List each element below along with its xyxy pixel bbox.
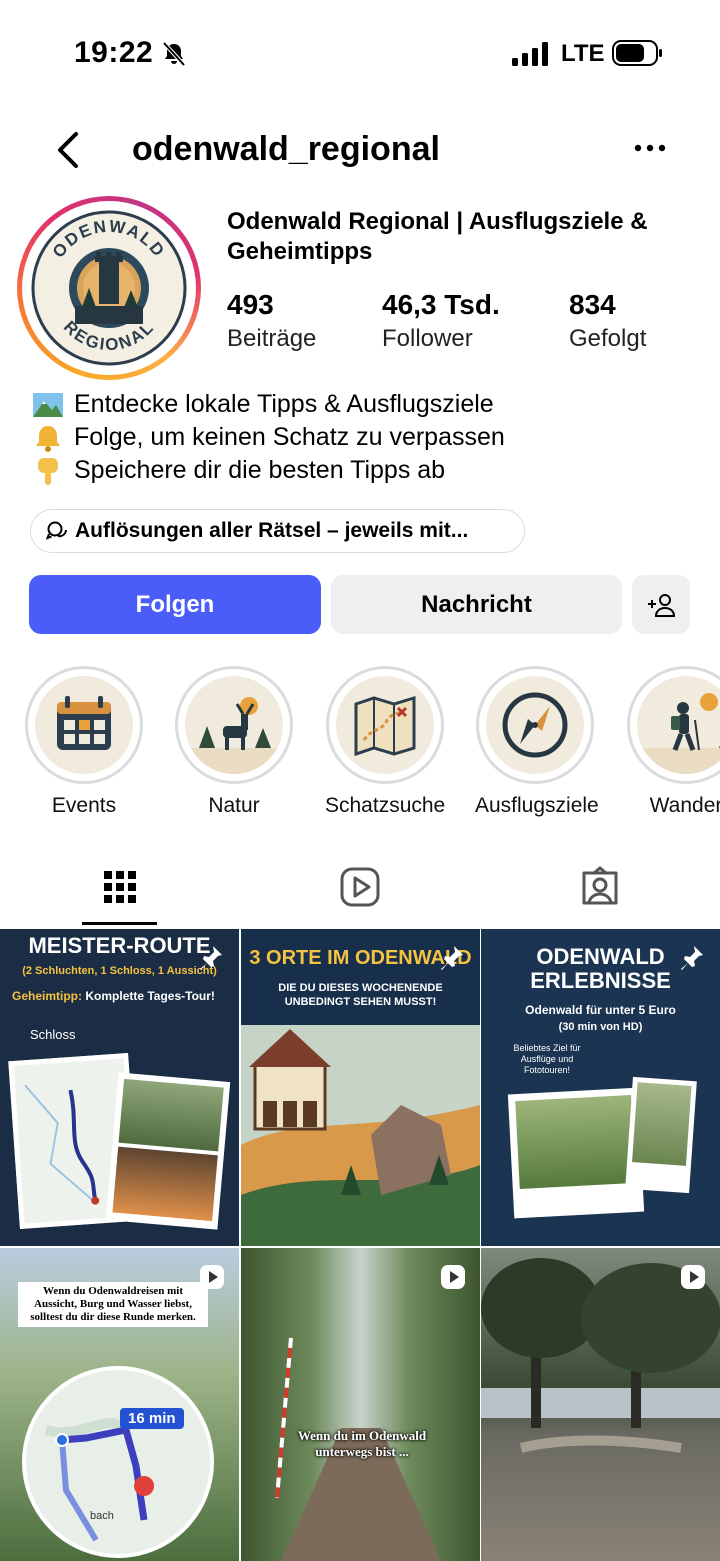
post-tip-text: Komplette Tages-Tour! xyxy=(85,989,215,1003)
bio-text: Folge, um keinen Schatz zu verpassen xyxy=(74,423,505,451)
reel-icon xyxy=(441,1265,465,1289)
landscape-emoji xyxy=(33,392,63,417)
illustration xyxy=(241,1025,480,1246)
stat-value: 493 xyxy=(227,289,274,320)
bell-muted-icon xyxy=(162,41,186,67)
post-tile[interactable]: Wenn du Odenwaldreisen mit Aussicht, Bur… xyxy=(0,1248,239,1561)
hiker-icon xyxy=(637,693,720,774)
route-time-badge: 16 min xyxy=(120,1408,184,1429)
more-horizontal-icon[interactable] xyxy=(632,136,668,160)
park-photo xyxy=(481,1258,720,1453)
post-tile[interactable] xyxy=(481,1248,720,1561)
bio-text: Speichere dir die besten Tipps ab xyxy=(74,456,446,484)
add-person-icon xyxy=(648,593,676,617)
reel-icon xyxy=(200,1265,224,1289)
grid-icon[interactable] xyxy=(98,865,142,909)
route-map xyxy=(22,1366,214,1558)
display-name: Odenwald Regional | Ausflugsziele & Gehe… xyxy=(227,208,648,265)
avatar[interactable]: ODENWALD REGIONAL xyxy=(17,196,201,380)
compass-icon xyxy=(502,692,568,758)
playground-photo xyxy=(507,1087,645,1219)
stat-followers[interactable]: 46,3 Tsd. Follower xyxy=(382,289,500,353)
reels-icon[interactable] xyxy=(338,865,382,909)
treasure-map-icon xyxy=(354,695,416,757)
pointing-down-emoji xyxy=(38,457,58,485)
highlight-label: Schatzsuche xyxy=(325,794,446,817)
highlight-ausflugsziele[interactable]: Ausflugsziele xyxy=(475,666,599,818)
highlight-label: Natur xyxy=(208,794,260,817)
stat-label: Follower xyxy=(382,325,473,352)
deer-icon xyxy=(185,697,283,774)
post-note: Schloss xyxy=(30,1027,76,1042)
calendar-icon xyxy=(57,696,111,750)
highlight-schatzsuche[interactable]: Schatzsuche xyxy=(325,666,445,818)
highlight-events[interactable]: Events xyxy=(24,666,144,818)
post-tile[interactable]: MEISTER-ROUTE (2 Schluchten, 1 Schloss, … xyxy=(0,929,239,1246)
castle-photo xyxy=(105,1072,231,1230)
follow-button[interactable]: Folgen xyxy=(29,575,321,634)
odenwald-logo: ODENWALD REGIONAL xyxy=(31,210,187,366)
post-tile[interactable]: ODENWALD ERLEBNISSE Odenwald für unter 5… xyxy=(481,929,720,1246)
post-tile[interactable]: Wenn du im Odenwald unterwegs bist ... xyxy=(241,1248,480,1561)
chevron-left-icon[interactable] xyxy=(52,128,86,172)
pin-icon xyxy=(441,946,463,970)
map-place: bach xyxy=(90,1510,114,1522)
profile-header: odenwald_regional xyxy=(0,120,720,180)
highlight-wander[interactable]: Wander xyxy=(626,666,720,818)
profile-tabs xyxy=(0,855,720,927)
clock: 19:22 xyxy=(74,36,154,69)
threads-link-text: Auflösungen aller Rätsel – jeweils mit..… xyxy=(75,519,469,542)
stat-following[interactable]: 834 Gefolgt xyxy=(569,289,646,353)
post-title: ODENWALD ERLEBNISSE xyxy=(530,944,671,993)
pin-icon xyxy=(200,946,222,970)
highlight-label: Ausflugsziele xyxy=(475,794,599,817)
username-title: odenwald_regional xyxy=(132,130,440,168)
signal-icon xyxy=(512,42,548,66)
stat-label: Beiträge xyxy=(227,325,317,352)
post-subtitle: Odenwald für unter 5 Euro xyxy=(525,1003,676,1017)
post-side-note: Beliebtes Ziel für Ausflüge und Fototour… xyxy=(513,1043,581,1075)
chat-bubbles-icon xyxy=(45,521,67,540)
bio-line: Speichere dir die besten Tipps ab xyxy=(30,454,710,487)
pin-icon xyxy=(681,946,703,970)
post-note: (30 min von HD) xyxy=(558,1021,643,1033)
bell-emoji xyxy=(36,425,60,452)
network-type: LTE xyxy=(561,40,605,67)
highlight-natur[interactable]: Natur xyxy=(174,666,294,818)
posts-grid: MEISTER-ROUTE (2 Schluchten, 1 Schloss, … xyxy=(0,929,720,1561)
trail-photo xyxy=(625,1076,697,1194)
highlight-label: Events xyxy=(51,794,117,817)
bio-line: Entdecke lokale Tipps & Ausflugsziele xyxy=(30,388,710,421)
post-tip-label: Geheimtipp: xyxy=(12,989,83,1003)
post-tile[interactable]: 3 ORTE IM ODENWALD DIE DU DIESES WOCHENE… xyxy=(241,929,480,1246)
story-highlights: Events Natur Schatzsuche Ausflugsziele W… xyxy=(0,666,720,826)
suggest-follow-button[interactable] xyxy=(632,575,690,634)
highlight-label: Wander xyxy=(649,794,720,817)
stat-value: 46,3 Tsd. xyxy=(382,289,500,320)
reel-icon xyxy=(681,1265,705,1289)
stat-value: 834 xyxy=(569,289,616,320)
active-tab-indicator xyxy=(82,922,157,925)
message-button[interactable]: Nachricht xyxy=(331,575,622,634)
status-bar: 19:22 LTE xyxy=(0,0,720,100)
stat-posts[interactable]: 493 Beiträge xyxy=(227,289,316,353)
post-subtitle: DIE DU DIESES WOCHENENDE UNBEDINGT SEHEN… xyxy=(278,982,443,1008)
stat-label: Gefolgt xyxy=(569,325,647,352)
bio: Entdecke lokale Tipps & Ausflugsziele Fo… xyxy=(30,388,710,487)
bio-text: Entdecke lokale Tipps & Ausflugsziele xyxy=(74,390,494,418)
battery-icon xyxy=(612,40,662,66)
tagged-icon[interactable] xyxy=(578,865,622,909)
post-caption: Wenn du Odenwaldreisen mit Aussicht, Bur… xyxy=(18,1282,208,1327)
forest-path-photo xyxy=(275,1337,441,1561)
post-caption: Wenn du im Odenwald unterwegs bist ... xyxy=(297,1428,427,1459)
bio-line: Folge, um keinen Schatz zu verpassen xyxy=(30,421,710,454)
threads-link-chip[interactable]: Auflösungen aller Rätsel – jeweils mit..… xyxy=(30,509,525,553)
